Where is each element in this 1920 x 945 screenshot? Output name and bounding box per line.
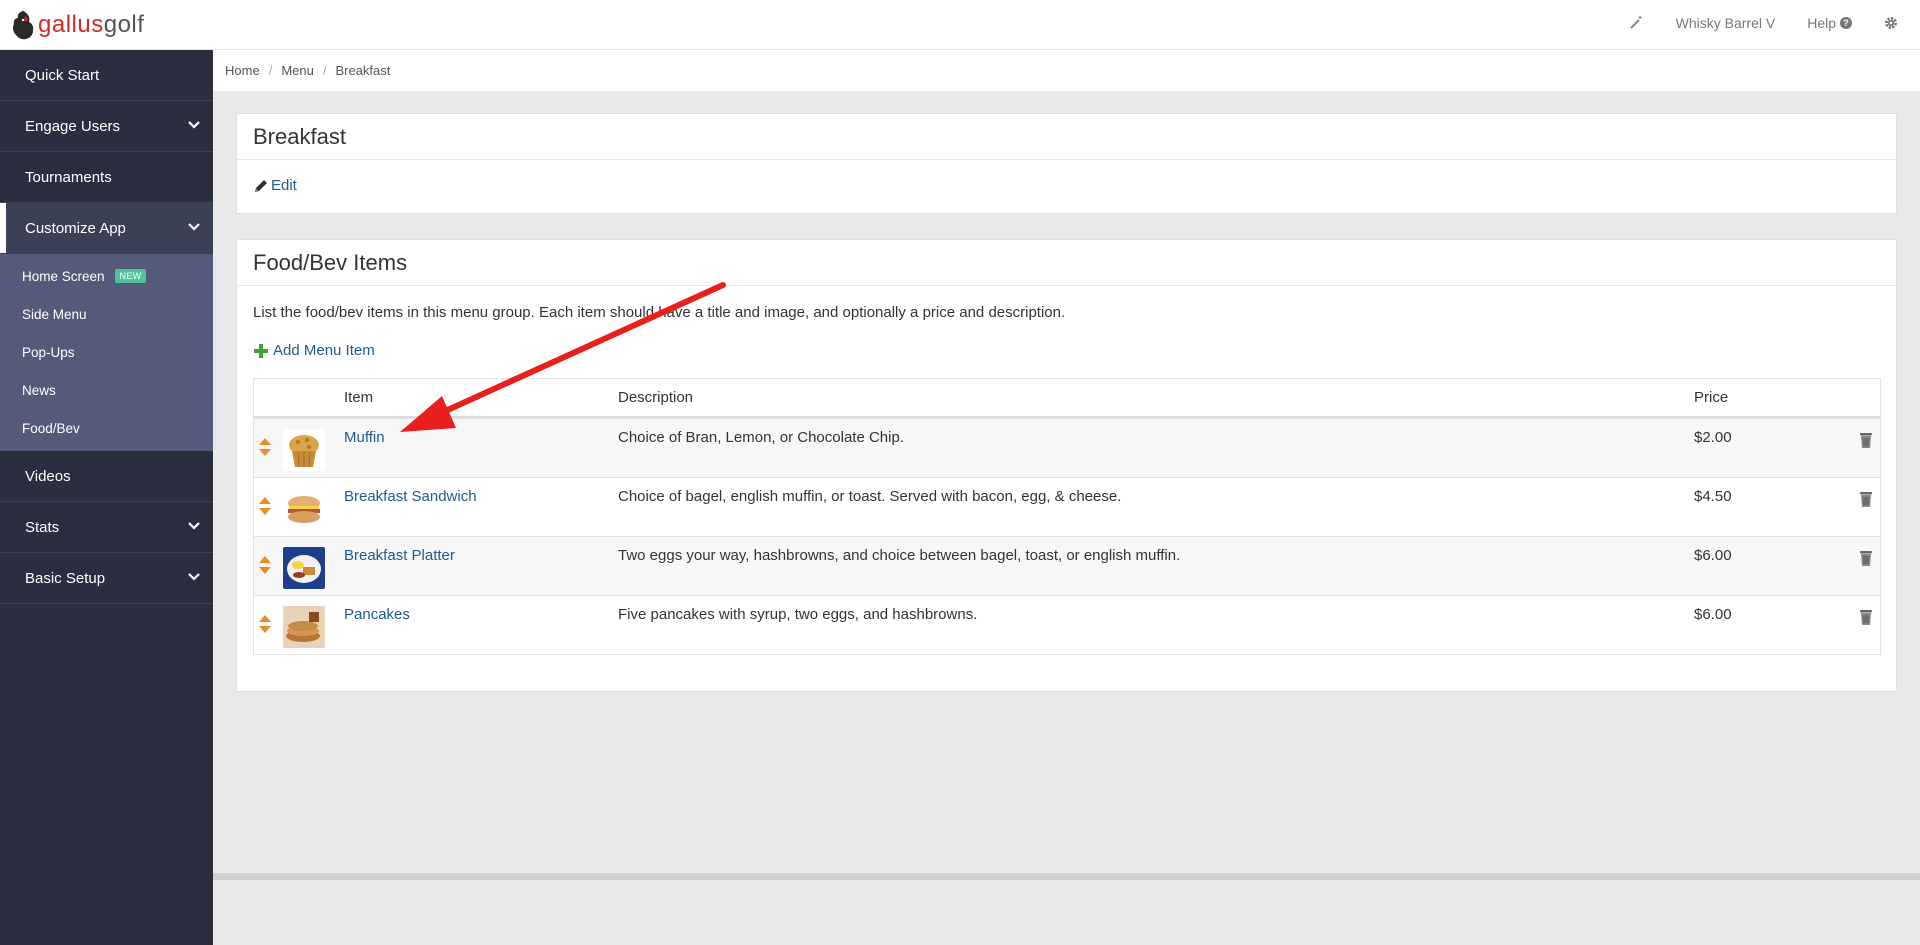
sidebar-subitem-label: Food/Bev bbox=[22, 420, 80, 436]
sidebar-subitem-food-bev[interactable]: Food/Bev bbox=[0, 409, 213, 447]
items-panel-description: List the food/bev items in this menu gro… bbox=[253, 304, 1066, 321]
sidebar-item-customize-app[interactable]: Customize App bbox=[0, 203, 213, 254]
sidebar-subitem-home-screen[interactable]: Home Screen NEW bbox=[0, 257, 213, 295]
item-name-link[interactable]: Breakfast Platter bbox=[344, 547, 455, 564]
column-header-description: Description bbox=[618, 389, 694, 406]
brand-wordmark: gallusgolf bbox=[38, 9, 144, 41]
breadcrumb-menu[interactable]: Menu bbox=[281, 63, 314, 78]
sidebar-item-videos[interactable]: Videos bbox=[0, 451, 213, 502]
table-row: Muffin Choice of Bran, Lemon, or Chocola… bbox=[254, 418, 1880, 477]
breakfast-platter-thumbnail bbox=[283, 547, 325, 589]
sidebar-item-label: Engage Users bbox=[25, 117, 121, 135]
trash-icon[interactable] bbox=[1858, 549, 1874, 567]
sidebar-item-basic-setup[interactable]: Basic Setup bbox=[0, 553, 213, 604]
settings-button[interactable] bbox=[1884, 16, 1898, 30]
trash-icon[interactable] bbox=[1858, 431, 1874, 449]
sidebar-item-quick-start[interactable]: Quick Start bbox=[0, 50, 213, 101]
add-menu-item-button[interactable]: Add Menu Item bbox=[253, 342, 375, 359]
column-header-price: Price bbox=[1694, 389, 1729, 406]
item-name-link[interactable]: Pancakes bbox=[344, 606, 410, 623]
edit-group-button[interactable]: Edit bbox=[253, 177, 297, 194]
sidebar-item-label: Basic Setup bbox=[25, 569, 106, 587]
reorder-arrows-icon[interactable] bbox=[258, 614, 272, 634]
item-name-link[interactable]: Muffin bbox=[344, 429, 385, 446]
breadcrumb-separator: / bbox=[268, 63, 273, 78]
sidebar-subitem-label: News bbox=[22, 382, 56, 398]
sidebar-item-tournaments[interactable]: Tournaments bbox=[0, 152, 213, 203]
new-badge: NEW bbox=[114, 269, 147, 283]
brand-part2: golf bbox=[103, 11, 145, 38]
chevron-down-icon bbox=[188, 522, 200, 530]
sidebar-subitem-pop-ups[interactable]: Pop-Ups bbox=[0, 333, 213, 371]
breadcrumb-separator: / bbox=[322, 63, 327, 78]
table-row: Breakfast Sandwich Choice of bagel, engl… bbox=[254, 477, 1880, 536]
table-row: Breakfast Platter Two eggs your way, has… bbox=[254, 536, 1880, 595]
table-header: Item Description Price bbox=[254, 379, 1880, 418]
column-header-item: Item bbox=[344, 389, 374, 406]
sidebar-subitem-side-menu[interactable]: Side Menu bbox=[0, 295, 213, 333]
item-description: Five pancakes with syrup, two eggs, and … bbox=[618, 606, 978, 623]
menu-group-panel: Breakfast Edit bbox=[236, 113, 1897, 214]
gallus-golf-logo[interactable]: gallusgolf bbox=[10, 9, 144, 41]
pancakes-thumbnail bbox=[283, 606, 325, 648]
sidebar-subitem-label: Side Menu bbox=[22, 306, 87, 322]
top-bar: gallusgolf Whisky Barrel V Help ? bbox=[0, 0, 1920, 50]
sidebar-item-label: Stats bbox=[25, 518, 60, 536]
gear-icon bbox=[1885, 17, 1897, 29]
breadcrumb-current: Breakfast bbox=[335, 63, 391, 78]
course-selector[interactable]: Whisky Barrel V bbox=[1676, 15, 1776, 31]
sidebar-item-label: Tournaments bbox=[25, 168, 112, 186]
chevron-down-icon bbox=[188, 573, 200, 581]
rooster-logo-icon bbox=[12, 11, 34, 40]
breadcrumb: Home / Menu / Breakfast bbox=[213, 50, 1920, 91]
reorder-arrows-icon[interactable] bbox=[258, 555, 272, 575]
item-price: $2.00 bbox=[1694, 429, 1732, 446]
menu-group-title: Breakfast bbox=[237, 114, 1896, 160]
magic-wand-button[interactable] bbox=[1628, 15, 1644, 31]
sidebar-item-label: Customize App bbox=[25, 219, 126, 237]
sidebar-item-label: Videos bbox=[25, 467, 71, 485]
reorder-arrows-icon[interactable] bbox=[258, 437, 272, 457]
pencil-icon bbox=[255, 179, 267, 192]
breakfast-sandwich-thumbnail bbox=[283, 488, 325, 530]
magic-wand-icon bbox=[1629, 16, 1642, 29]
item-name-link[interactable]: Breakfast Sandwich bbox=[344, 488, 477, 505]
food-bev-items-panel: Food/Bev Items List the food/bev items i… bbox=[236, 239, 1897, 692]
item-description: Two eggs your way, hashbrowns, and choic… bbox=[618, 547, 1181, 564]
add-menu-item-label: Add Menu Item bbox=[273, 342, 375, 359]
edit-label: Edit bbox=[271, 177, 297, 194]
chevron-down-icon bbox=[188, 121, 200, 129]
help-label: Help bbox=[1807, 15, 1836, 31]
item-price: $6.00 bbox=[1694, 606, 1732, 623]
sidebar-subitem-label: Pop-Ups bbox=[22, 344, 75, 360]
sidebar-subitem-news[interactable]: News bbox=[0, 371, 213, 409]
sidebar-item-label: Quick Start bbox=[25, 66, 100, 84]
menu-items-table: Item Description Price Muffin Choice of … bbox=[253, 378, 1881, 655]
sidebar-item-engage-users[interactable]: Engage Users bbox=[0, 101, 213, 152]
chevron-down-icon bbox=[188, 223, 200, 231]
item-price: $6.00 bbox=[1694, 547, 1732, 564]
muffin-thumbnail bbox=[283, 429, 325, 471]
plus-icon bbox=[254, 343, 268, 358]
item-price: $4.50 bbox=[1694, 488, 1732, 505]
table-row: Pancakes Five pancakes with syrup, two e… bbox=[254, 595, 1880, 654]
item-description: Choice of Bran, Lemon, or Chocolate Chip… bbox=[618, 429, 904, 446]
brand-part1: gallus bbox=[38, 11, 104, 38]
sidebar: Quick Start Engage Users Tournaments Cus… bbox=[0, 50, 213, 945]
trash-icon[interactable] bbox=[1858, 490, 1874, 508]
sidebar-subitem-label: Home Screen bbox=[22, 268, 105, 284]
breadcrumb-home[interactable]: Home bbox=[225, 63, 260, 78]
customize-app-submenu: Home Screen NEW Side Menu Pop-Ups News F… bbox=[0, 254, 213, 451]
footer-divider bbox=[213, 873, 1920, 880]
sidebar-item-stats[interactable]: Stats bbox=[0, 502, 213, 553]
trash-icon[interactable] bbox=[1858, 608, 1874, 626]
item-description: Choice of bagel, english muffin, or toas… bbox=[618, 488, 1122, 505]
top-right-menu: Whisky Barrel V Help ? bbox=[1596, 0, 1898, 46]
help-icon: ? bbox=[1840, 17, 1852, 29]
reorder-arrows-icon[interactable] bbox=[258, 496, 272, 516]
items-panel-title: Food/Bev Items bbox=[237, 240, 1896, 286]
help-link[interactable]: Help ? bbox=[1807, 15, 1852, 31]
